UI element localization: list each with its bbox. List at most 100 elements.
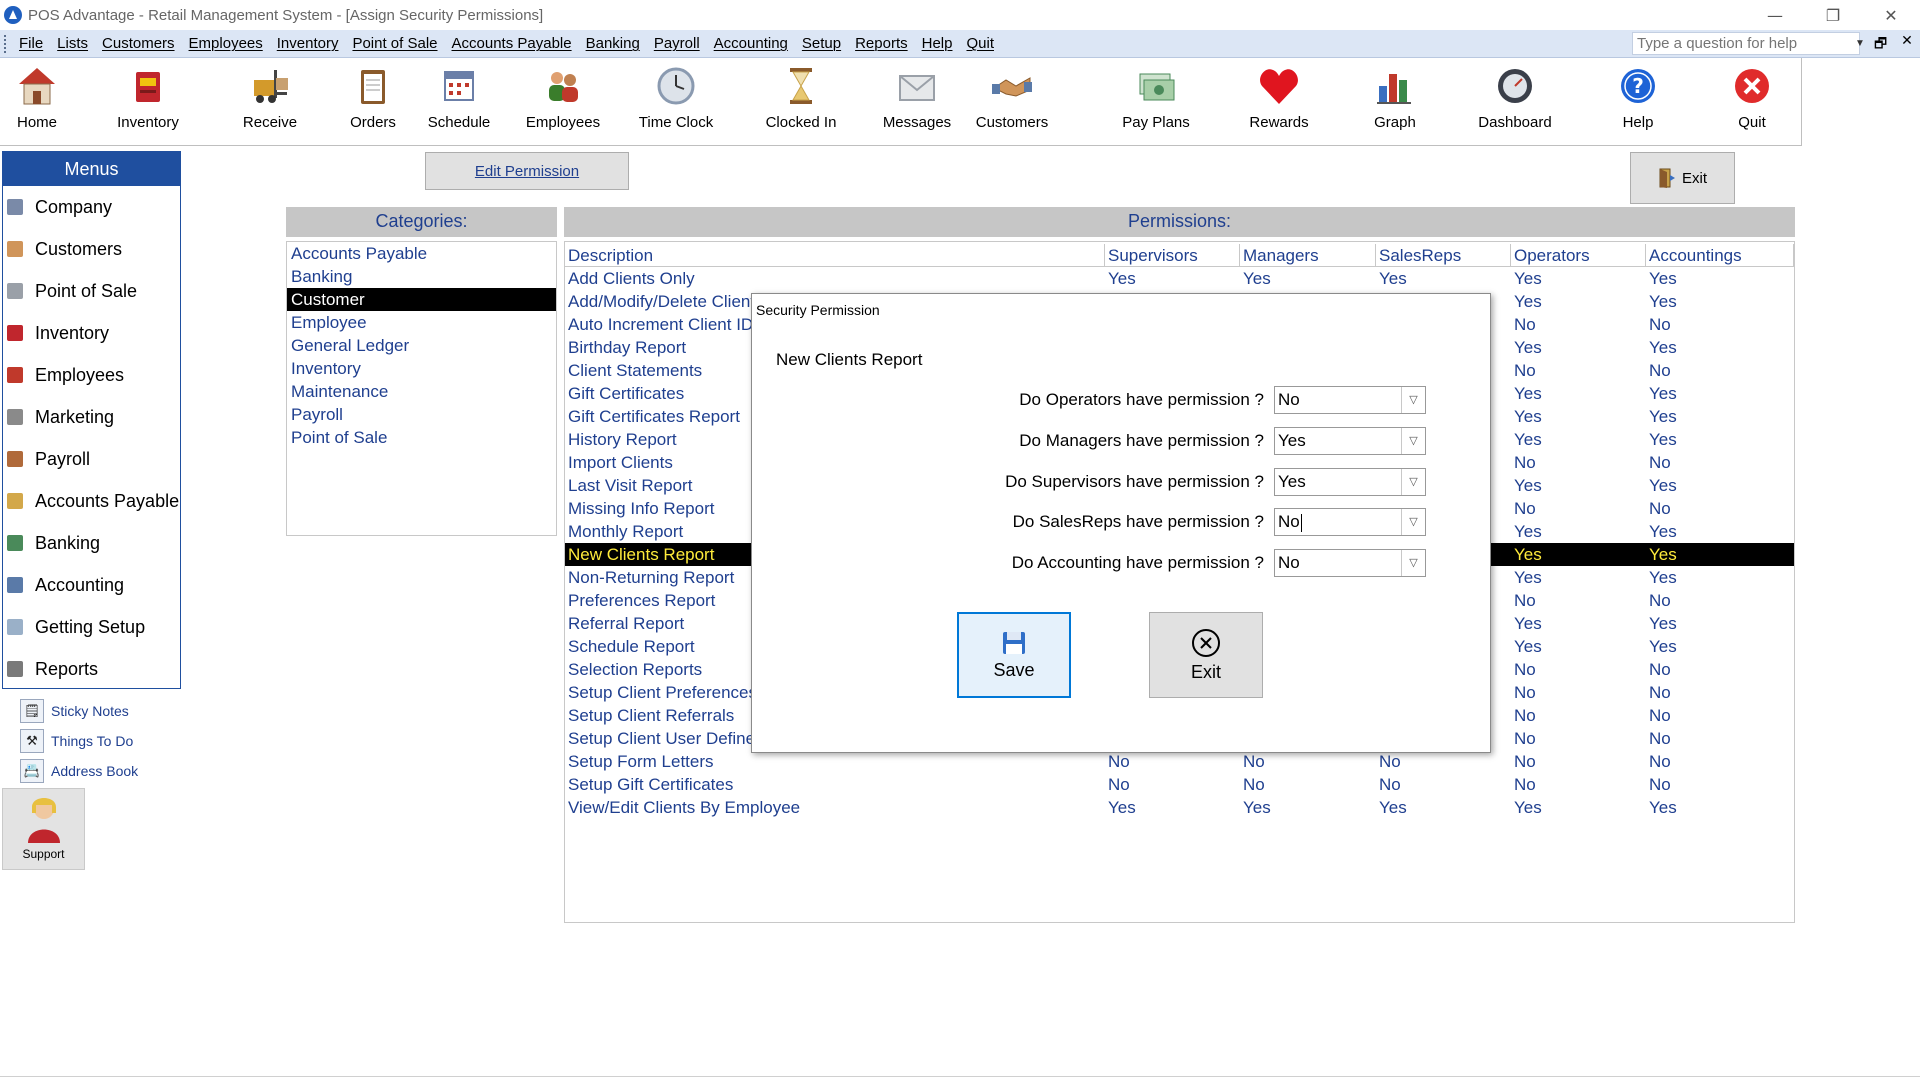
dialog-exit-button[interactable]: Exit <box>1149 612 1263 698</box>
menu-setup[interactable]: Setup <box>795 35 848 52</box>
support-button[interactable]: Support <box>2 788 85 870</box>
help-search-input[interactable] <box>1632 32 1860 55</box>
toolbar-employees-button[interactable]: Employees <box>513 64 613 131</box>
menu-reports[interactable]: Reports <box>848 35 915 52</box>
chevron-down-icon[interactable]: ▽ <box>1401 469 1425 495</box>
menu-accounting[interactable]: Accounting <box>707 35 795 52</box>
exit-button[interactable]: Exit <box>1630 152 1735 204</box>
chevron-down-icon[interactable]: ▽ <box>1401 550 1425 576</box>
category-item[interactable]: Inventory <box>287 357 556 380</box>
menu-customers[interactable]: Customers <box>95 35 182 52</box>
cell-operators: No <box>1514 660 1536 679</box>
toolbar-schedule-button[interactable]: Schedule <box>409 64 509 131</box>
category-item[interactable]: Banking <box>287 265 556 288</box>
category-item[interactable]: Payroll <box>287 403 556 426</box>
column-header-accountings[interactable]: Accountings <box>1646 244 1794 267</box>
sidebar-item-point-of-sale[interactable]: Point of Sale <box>3 270 180 312</box>
chevron-down-icon[interactable]: ▽ <box>1401 428 1425 454</box>
managers-permission-select[interactable]: Yes ▽ <box>1274 427 1426 455</box>
forklift-icon <box>248 64 292 108</box>
cell-operators: No <box>1514 775 1536 794</box>
menu-file[interactable]: File <box>12 35 50 52</box>
cell-operators: No <box>1514 453 1536 472</box>
inventory-icon <box>7 325 23 341</box>
restore-button[interactable]: ❐ <box>1804 0 1862 30</box>
sidebar-item-company[interactable]: Company <box>3 186 180 228</box>
sidebar-item-employees[interactable]: Employees <box>3 354 180 396</box>
cell-accountings: Yes <box>1649 614 1677 633</box>
box-icon <box>126 64 170 108</box>
people-icon <box>541 64 585 108</box>
menu-quit[interactable]: Quit <box>959 35 1001 52</box>
chevron-down-icon[interactable]: ▼ <box>1855 38 1865 49</box>
category-item[interactable]: Employee <box>287 311 556 334</box>
sidebar-item-marketing[interactable]: Marketing <box>3 396 180 438</box>
table-row[interactable]: Setup Form Letters No No No No No <box>565 750 1794 773</box>
menu-payroll[interactable]: Payroll <box>647 35 707 52</box>
operators-permission-select[interactable]: No ▽ <box>1274 386 1426 414</box>
menu-banking[interactable]: Banking <box>579 35 647 52</box>
column-header-supervisors[interactable]: Supervisors <box>1105 244 1240 267</box>
close-button[interactable]: ✕ <box>1862 0 1920 30</box>
accounting-permission-select[interactable]: No ▽ <box>1274 549 1426 577</box>
toolbar-receive-button[interactable]: Receive <box>220 64 320 131</box>
column-header-managers[interactable]: Managers <box>1240 244 1376 267</box>
toolbar-time-clock-button[interactable]: Time Clock <box>626 64 726 131</box>
sidebar-item-reports[interactable]: Reports <box>3 648 180 690</box>
category-item[interactable]: General Ledger <box>287 334 556 357</box>
sidebar-item-banking[interactable]: Banking <box>3 522 180 564</box>
category-item[interactable]: Point of Sale <box>287 426 556 449</box>
sidebar-item-accounting[interactable]: Accounting <box>3 564 180 606</box>
toolbar-orders-button[interactable]: Orders <box>323 64 423 131</box>
column-header-description[interactable]: Description <box>565 244 1105 267</box>
sidebar-item-inventory[interactable]: Inventory <box>3 312 180 354</box>
menu-help[interactable]: Help <box>915 35 960 52</box>
things-to-do-link[interactable]: ⚒ Things To Do <box>20 726 138 756</box>
toolbar-help-button[interactable]: ? Help <box>1588 64 1688 131</box>
sidebar-item-payroll[interactable]: Payroll <box>3 438 180 480</box>
minimize-button[interactable]: — <box>1746 0 1804 30</box>
toolbar-pay-plans-button[interactable]: Pay Plans <box>1106 64 1206 131</box>
reports-icon <box>7 661 23 677</box>
menu-employees[interactable]: Employees <box>182 35 270 52</box>
sidebar-item-getting-setup[interactable]: Getting Setup <box>3 606 180 648</box>
table-row[interactable]: Add Clients Only Yes Yes Yes Yes Yes <box>565 267 1794 290</box>
toolbar-graph-button[interactable]: Graph <box>1345 64 1445 131</box>
sidebar-item-accounts-payable[interactable]: Accounts Payable <box>3 480 180 522</box>
mdi-close-icon[interactable]: ✕ <box>1901 33 1913 57</box>
cell-accountings: No <box>1649 706 1671 725</box>
address-book-link[interactable]: 📇 Address Book <box>20 756 138 786</box>
toolbar-clocked-in-button[interactable]: Clocked In <box>751 64 851 131</box>
chevron-down-icon[interactable]: ▽ <box>1401 509 1425 535</box>
save-button[interactable]: Save <box>957 612 1071 698</box>
toolbar-dashboard-button[interactable]: Dashboard <box>1465 64 1565 131</box>
menu-lists[interactable]: Lists <box>50 35 95 52</box>
toolbar-customers-button[interactable]: Customers <box>962 64 1062 131</box>
mdi-restore-icon[interactable]: 🗗 <box>1874 33 1887 57</box>
chevron-down-icon[interactable]: ▽ <box>1401 387 1425 413</box>
cell-managers: Yes <box>1243 798 1271 817</box>
table-row[interactable]: View/Edit Clients By Employee Yes Yes Yes Ye… <box>565 796 1794 819</box>
menu-point-of-sale[interactable]: Point of Sale <box>345 35 444 52</box>
category-item[interactable]: Accounts Payable <box>287 242 556 265</box>
cell-salesreps: No <box>1379 752 1401 771</box>
column-header-operators[interactable]: Operators <box>1511 244 1646 267</box>
toolbar-home-button[interactable]: Home <box>0 64 87 131</box>
supervisors-permission-select[interactable]: Yes ▽ <box>1274 468 1426 496</box>
edit-permission-button[interactable]: Edit Permission <box>425 152 629 190</box>
table-row[interactable]: Setup Gift Certificates No No No No No <box>565 773 1794 796</box>
toolbar-inventory-button[interactable]: Inventory <box>98 64 198 131</box>
cell-description: Setup Gift Certificates <box>568 775 734 794</box>
sidebar-item-customers[interactable]: Customers <box>3 228 180 270</box>
salesreps-permission-select[interactable]: No ▽ <box>1274 508 1426 536</box>
menu-inventory[interactable]: Inventory <box>270 35 346 52</box>
category-item[interactable]: Maintenance <box>287 380 556 403</box>
toolbar-messages-button[interactable]: Messages <box>867 64 967 131</box>
toolbar-rewards-button[interactable]: Rewards <box>1229 64 1329 131</box>
category-item-selected[interactable]: Customer <box>287 288 556 311</box>
column-header-salesreps[interactable]: SalesReps <box>1376 244 1511 267</box>
toolbar-quit-button[interactable]: Quit <box>1702 64 1802 131</box>
cell-operators: Yes <box>1514 338 1542 357</box>
menu-accounts-payable[interactable]: Accounts Payable <box>445 35 579 52</box>
sticky-notes-link[interactable]: 🗒 Sticky Notes <box>20 696 138 726</box>
